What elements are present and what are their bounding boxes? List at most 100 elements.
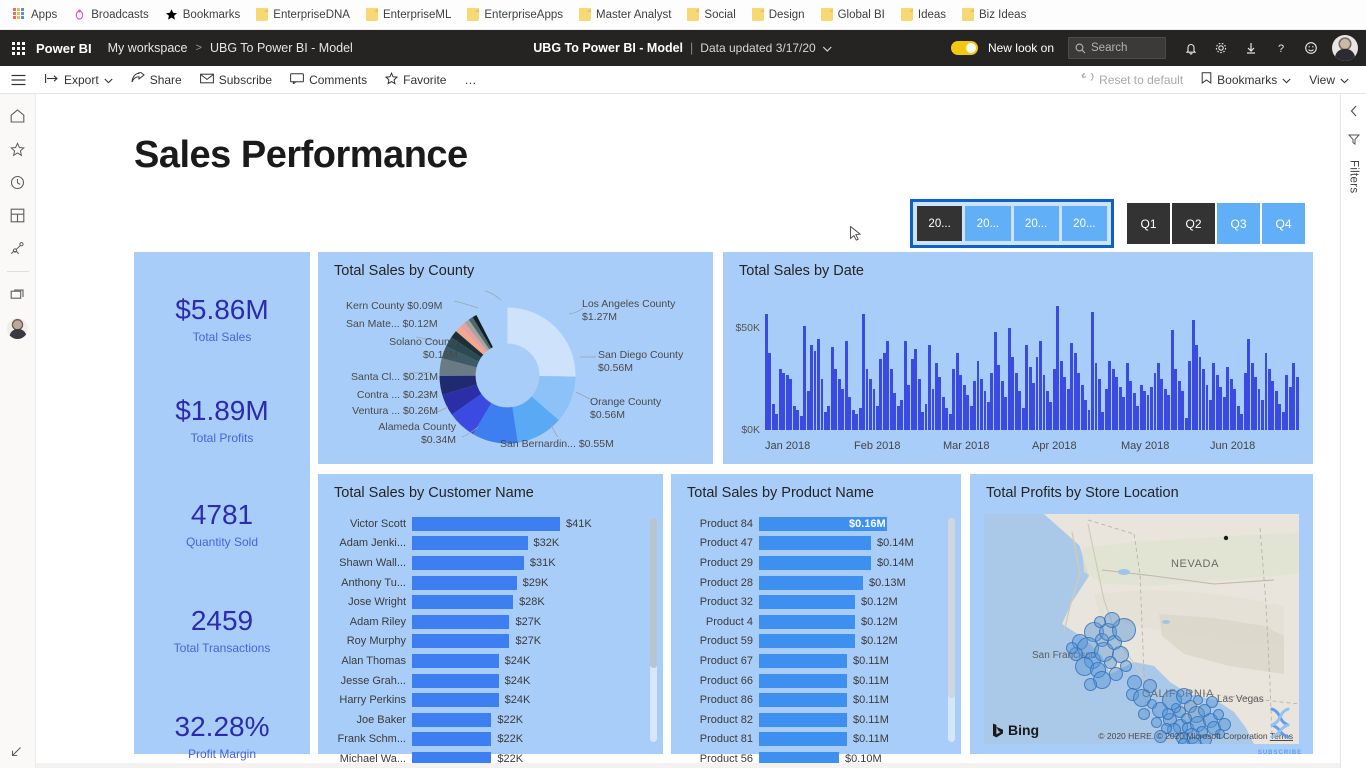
bar-row[interactable]: Product 86 $0.11M	[685, 690, 939, 710]
bookmark-biz-ideas[interactable]: Biz Ideas	[955, 6, 1033, 23]
column-bar[interactable]	[1226, 367, 1230, 430]
column-bar[interactable]	[1070, 342, 1074, 430]
column-bar[interactable]	[817, 338, 820, 430]
column-bar[interactable]	[1254, 377, 1257, 430]
kpi-total-profits[interactable]: $1.89M Total Profits	[134, 397, 310, 446]
visual-total-sales-by-county[interactable]: Total Sales by County Kern County $0.09M…	[318, 252, 713, 464]
column-bar[interactable]	[844, 340, 848, 430]
column-bar[interactable]	[803, 326, 807, 430]
map-bubble[interactable]	[1120, 660, 1132, 672]
column-bar[interactable]	[1028, 367, 1032, 430]
column-bar[interactable]	[865, 369, 869, 430]
column-bar[interactable]	[980, 379, 983, 430]
bar-row[interactable]: Frank Schm... $22K	[332, 730, 641, 750]
bar-row[interactable]: Product 82 $0.11M	[685, 710, 939, 730]
map-bubble[interactable]	[1162, 708, 1174, 720]
waffle-menu-icon[interactable]	[0, 41, 36, 55]
column-bar[interactable]	[827, 405, 831, 430]
map-bubble[interactable]	[1206, 696, 1218, 708]
column-bar[interactable]	[765, 314, 768, 430]
column-bar[interactable]	[1139, 385, 1143, 430]
column-bar[interactable]	[869, 379, 872, 430]
column-bar[interactable]	[858, 407, 862, 430]
download-icon[interactable]	[1238, 35, 1264, 61]
bookmark-ideas[interactable]: Ideas	[894, 6, 953, 23]
column-bar[interactable]	[1250, 362, 1254, 430]
chevron-down-icon[interactable]	[823, 41, 833, 55]
bar-row[interactable]: Product 28 $0.13M	[685, 573, 939, 593]
data-updated-label[interactable]: Data updated 3/17/20	[700, 41, 815, 55]
column-bar[interactable]	[1125, 362, 1129, 430]
bar-row[interactable]: Joe Baker $22K	[332, 710, 641, 730]
kpi-total-transactions[interactable]: 2459 Total Transactions	[134, 607, 310, 656]
bar-row[interactable]: Product 29 $0.14M	[685, 553, 939, 573]
quarter-slicer[interactable]: Q1 Q2 Q3 Q4	[1127, 203, 1305, 244]
column-bar[interactable]	[910, 358, 914, 430]
map-bubble[interactable]	[1150, 716, 1162, 728]
comments-button[interactable]: Comments	[281, 66, 376, 93]
map-bubble[interactable]	[1147, 699, 1157, 709]
breadcrumb-workspace[interactable]: My workspace	[108, 41, 188, 55]
column-bar[interactable]	[983, 391, 987, 430]
bookmark-social[interactable]: Social	[680, 6, 742, 23]
column-bar[interactable]	[1247, 338, 1251, 430]
column-bar[interactable]	[1243, 373, 1247, 430]
column-bar[interactable]	[907, 385, 911, 430]
column-bar[interactable]	[1136, 405, 1140, 430]
column-bar[interactable]	[1115, 377, 1119, 430]
column-bar[interactable]	[1264, 352, 1268, 430]
column-bar[interactable]	[1087, 409, 1091, 430]
bookmark-broadcasts[interactable]: Broadcasts	[66, 6, 156, 23]
bookmark-enterprisedna[interactable]: EnterpriseDNA	[249, 6, 357, 23]
visual-total-sales-by-customer-name[interactable]: Total Sales by Customer Name Victor Scot…	[318, 474, 663, 766]
bar-fill[interactable]	[412, 653, 499, 668]
column-bar[interactable]	[1118, 387, 1122, 430]
year-slicer-option-0[interactable]: 20...	[917, 206, 963, 241]
map-bubble[interactable]	[1094, 616, 1106, 628]
bar-fill[interactable]	[412, 634, 510, 649]
column-bar[interactable]	[934, 362, 938, 430]
favorite-button[interactable]: Favorite	[376, 66, 455, 93]
product-scrollbar[interactable]	[948, 518, 955, 742]
column-bar[interactable]	[1215, 375, 1219, 430]
export-button[interactable]: Export	[36, 66, 122, 93]
avatar[interactable]	[1332, 35, 1358, 61]
column-bar[interactable]	[1007, 328, 1011, 430]
reset-to-default-button[interactable]: Reset to default	[1072, 70, 1192, 87]
column-bar[interactable]	[820, 379, 824, 430]
column-bar[interactable]	[813, 350, 817, 430]
column-bar[interactable]	[966, 395, 970, 430]
column-bar[interactable]	[1101, 411, 1105, 430]
column-bar[interactable]	[1219, 387, 1223, 430]
column-bar[interactable]	[1084, 399, 1087, 430]
workspaces-icon[interactable]	[4, 281, 32, 309]
help-icon[interactable]: ?	[1268, 35, 1294, 61]
bar-row[interactable]: Product 66 $0.11M	[685, 671, 939, 691]
column-bar[interactable]	[823, 411, 827, 430]
bar-fill[interactable]	[759, 634, 855, 649]
column-bar[interactable]	[1004, 397, 1008, 430]
map-bubble[interactable]	[1193, 695, 1203, 705]
column-bar[interactable]	[962, 385, 966, 430]
column-bar[interactable]	[1122, 397, 1126, 430]
column-bar[interactable]	[903, 340, 907, 430]
year-slicer-option-1[interactable]: 20...	[965, 206, 1011, 241]
column-bar[interactable]	[1170, 330, 1174, 430]
column-bar[interactable]	[921, 411, 924, 430]
column-bar[interactable]	[917, 379, 921, 430]
view-button[interactable]: View	[1300, 73, 1358, 87]
column-bar[interactable]	[792, 405, 796, 430]
column-bar[interactable]	[1059, 360, 1063, 430]
bar-fill[interactable]	[412, 673, 499, 688]
bar-fill[interactable]	[412, 712, 492, 727]
breadcrumb-report[interactable]: UBG To Power BI - Model	[210, 41, 353, 55]
bar-row[interactable]: Harry Perkins $24K	[332, 690, 641, 710]
column-bar[interactable]	[896, 405, 900, 430]
bar-fill[interactable]	[412, 595, 514, 610]
column-bar[interactable]	[1271, 381, 1275, 430]
recent-clock-icon[interactable]	[4, 168, 32, 196]
column-bar[interactable]	[1143, 391, 1146, 430]
bell-icon[interactable]	[1178, 35, 1204, 61]
share-button[interactable]: Share	[122, 66, 191, 93]
column-bar[interactable]	[1156, 362, 1160, 430]
